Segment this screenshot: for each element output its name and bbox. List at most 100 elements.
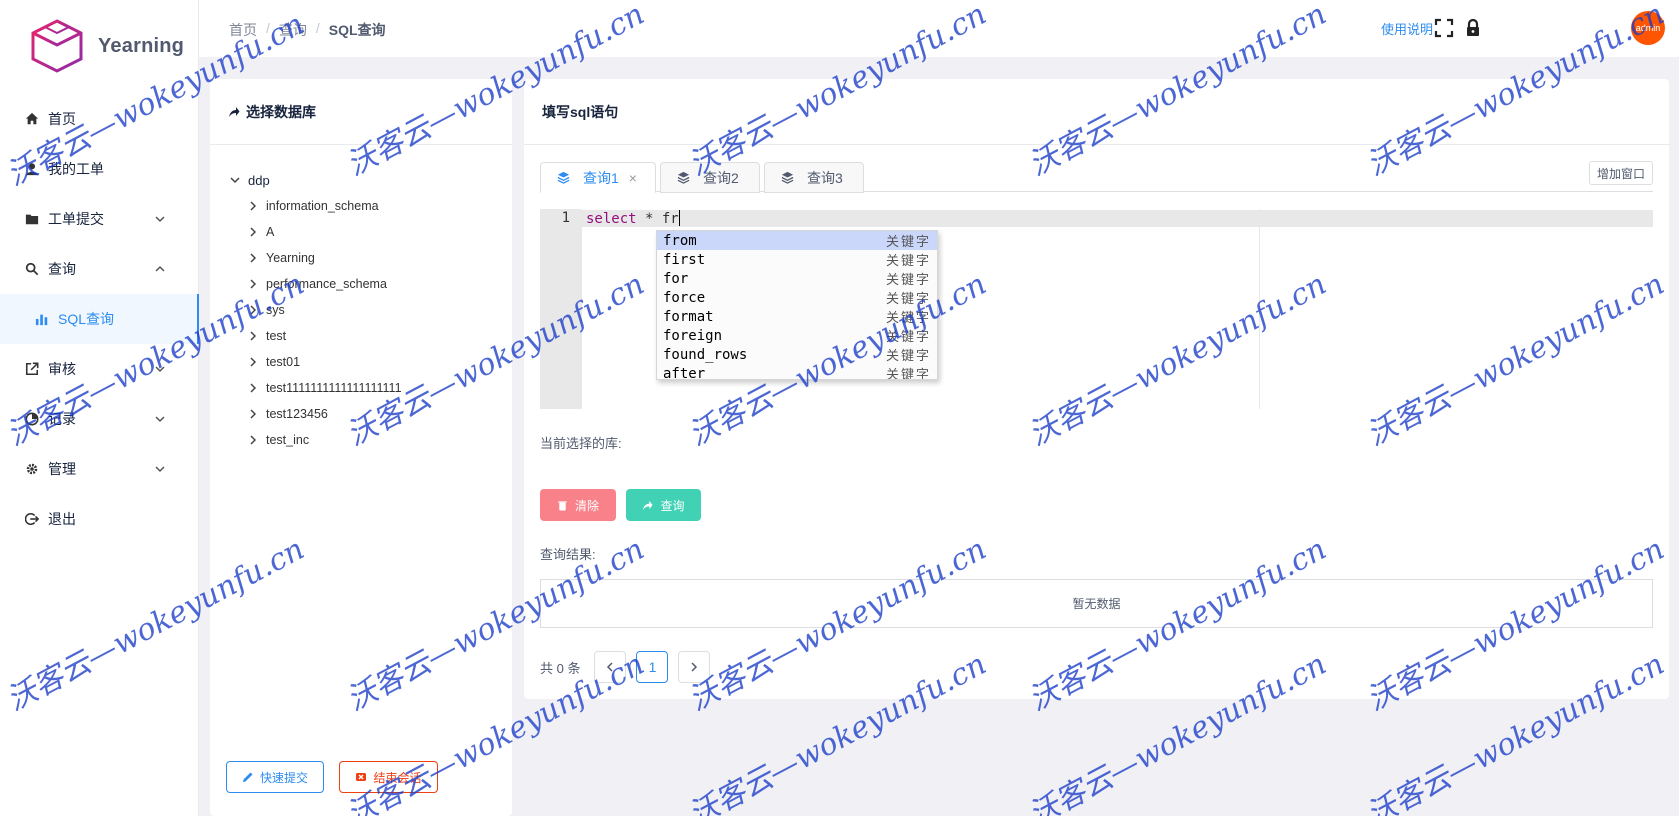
pagination: 共 0 条 1 bbox=[540, 651, 720, 683]
tree-node-database[interactable]: A bbox=[228, 219, 402, 245]
clear-button[interactable]: 清除 bbox=[540, 489, 616, 521]
sidebar-item-label: 记录 bbox=[48, 411, 76, 427]
editor-code-line[interactable]: select * fr bbox=[586, 210, 680, 227]
sidebar-item-query[interactable]: 查询 bbox=[0, 244, 199, 294]
autocomplete-item[interactable]: format 关键字 bbox=[657, 307, 937, 327]
tab-query-2[interactable]: 查询2 bbox=[660, 162, 760, 193]
autocomplete-word: force bbox=[663, 289, 706, 306]
chevron-right-icon[interactable] bbox=[246, 329, 260, 343]
tree-node-database[interactable]: test01 bbox=[228, 349, 402, 375]
top-header: 首页 / 查询 / SQL查询 使用说明 admin bbox=[199, 0, 1679, 57]
no-data-text: 暂无数据 bbox=[1072, 597, 1121, 611]
prev-page-button[interactable] bbox=[594, 651, 627, 683]
autocomplete-item[interactable]: first 关键字 bbox=[657, 250, 937, 270]
sidebar-item-manage[interactable]: 管理 bbox=[0, 444, 199, 494]
tree-children: information_schema A Yearning performance_s… bbox=[228, 193, 402, 453]
sidebar-item-label: 退出 bbox=[48, 511, 76, 527]
chevron-right-icon[interactable] bbox=[246, 277, 260, 291]
pagination-total: 共 0 条 bbox=[540, 660, 581, 676]
sidebar-item-sql-query[interactable]: SQL查询 bbox=[0, 294, 199, 344]
tab-label: 查询2 bbox=[703, 169, 739, 186]
tree-node-database[interactable]: test1111111111111111111 bbox=[228, 375, 402, 401]
tree-node-label: performance_schema bbox=[266, 277, 387, 291]
chevron-right-icon[interactable] bbox=[246, 355, 260, 369]
sidebar-item-label: 审核 bbox=[48, 361, 76, 377]
autocomplete-word: first bbox=[663, 251, 706, 268]
bar-chart-icon bbox=[34, 311, 50, 327]
autocomplete-item[interactable]: force 关键字 bbox=[657, 288, 937, 308]
chevron-right-icon[interactable] bbox=[246, 303, 260, 317]
sidebar-item-my-orders[interactable]: 我的工单 bbox=[0, 144, 199, 194]
tab-query-1[interactable]: 查询1 × bbox=[540, 162, 656, 193]
autocomplete-word: after bbox=[663, 365, 706, 380]
autocomplete-item[interactable]: found_rows 关键字 bbox=[657, 345, 937, 365]
chevron-down-icon[interactable] bbox=[228, 173, 242, 187]
autocomplete-item[interactable]: foreign 关键字 bbox=[657, 326, 937, 346]
autocomplete-item[interactable]: after 关键字 bbox=[657, 364, 937, 380]
pencil-icon bbox=[242, 772, 253, 782]
logo[interactable]: Yearning bbox=[30, 18, 184, 74]
close-box-icon bbox=[356, 773, 367, 781]
lock-icon[interactable] bbox=[1463, 18, 1483, 38]
database-panel-header: 选择数据库 bbox=[210, 79, 512, 145]
tree-node-database[interactable]: test bbox=[228, 323, 402, 349]
chevron-right-icon[interactable] bbox=[246, 225, 260, 239]
page-number-button[interactable]: 1 bbox=[636, 651, 669, 683]
tree-node-label: test1111111111111111111 bbox=[266, 381, 402, 395]
chevron-down-icon bbox=[155, 366, 165, 373]
breadcrumb-home[interactable]: 首页 bbox=[229, 20, 257, 40]
search-icon bbox=[24, 261, 40, 277]
sidebar-item-label: SQL查询 bbox=[58, 311, 115, 327]
quick-submit-button[interactable]: 快速提交 bbox=[226, 761, 324, 793]
chevron-right-icon[interactable] bbox=[246, 251, 260, 265]
tab-query-3[interactable]: 查询3 bbox=[764, 162, 864, 193]
sql-keyword: select bbox=[586, 211, 637, 227]
sidebar-item-label: 首页 bbox=[48, 111, 76, 127]
tree-node-database[interactable]: Yearning bbox=[228, 245, 402, 271]
tree-node-database[interactable]: sys bbox=[228, 297, 402, 323]
tree-node-database[interactable]: performance_schema bbox=[228, 271, 402, 297]
chevron-left-icon bbox=[607, 662, 613, 672]
query-button[interactable]: 查询 bbox=[626, 489, 701, 521]
sidebar-item-logout[interactable]: 退出 bbox=[0, 494, 199, 544]
autocomplete-item[interactable]: from 关键字 bbox=[657, 231, 937, 250]
autocomplete-word: found_rows bbox=[663, 346, 748, 363]
help-link[interactable]: 使用说明 bbox=[1381, 19, 1433, 38]
avatar[interactable]: admin bbox=[1631, 11, 1665, 45]
layers-icon bbox=[781, 171, 794, 184]
text-caret bbox=[678, 210, 680, 226]
breadcrumb-separator: / bbox=[266, 20, 270, 36]
sql-editor-panel: 填写sql语句 查询1 × 查询2 查询3 增加窗口 1 select * fr… bbox=[524, 79, 1669, 699]
pie-chart-icon bbox=[24, 411, 40, 427]
line-number: 1 bbox=[561, 210, 570, 226]
autocomplete-meta: 关键字 bbox=[885, 254, 931, 269]
end-session-button[interactable]: 结束会话 bbox=[339, 761, 438, 793]
chevron-right-icon[interactable] bbox=[246, 407, 260, 421]
sidebar-item-audit[interactable]: 审核 bbox=[0, 344, 199, 394]
cube-logo-icon bbox=[31, 19, 83, 73]
tree-node-database[interactable]: test123456 bbox=[228, 401, 402, 427]
chevron-right-icon[interactable] bbox=[246, 433, 260, 447]
sidebar-item-records[interactable]: 记录 bbox=[0, 394, 199, 444]
database-panel-title: 选择数据库 bbox=[246, 103, 316, 120]
chevron-right-icon[interactable] bbox=[246, 381, 260, 395]
next-page-button[interactable] bbox=[678, 651, 711, 683]
sidebar-item-submit-order[interactable]: 工单提交 bbox=[0, 194, 199, 244]
tree-node-label: information_schema bbox=[266, 199, 379, 213]
sidebar-item-home[interactable]: 首页 bbox=[0, 94, 199, 144]
tree-node-label: A bbox=[266, 225, 275, 239]
breadcrumb-query[interactable]: 查询 bbox=[279, 20, 307, 40]
tree-node-root[interactable]: ddp bbox=[228, 167, 402, 193]
sidebar-item-label: 我的工单 bbox=[48, 161, 104, 177]
tree-node-label: test01 bbox=[266, 355, 301, 369]
add-window-button[interactable]: 增加窗口 bbox=[1589, 161, 1653, 185]
breadcrumb-current: SQL查询 bbox=[328, 22, 386, 38]
tab-close-icon[interactable]: × bbox=[629, 170, 637, 186]
trash-icon bbox=[558, 500, 567, 511]
autocomplete-popup: from 关键字 first 关键字 for 关键字 force 关键字 format 关键字 fo… bbox=[656, 230, 938, 380]
chevron-right-icon[interactable] bbox=[246, 199, 260, 213]
tree-node-database[interactable]: test_inc bbox=[228, 427, 402, 453]
fullscreen-icon[interactable] bbox=[1434, 18, 1454, 38]
tree-node-database[interactable]: information_schema bbox=[228, 193, 402, 219]
autocomplete-item[interactable]: for 关键字 bbox=[657, 269, 937, 289]
